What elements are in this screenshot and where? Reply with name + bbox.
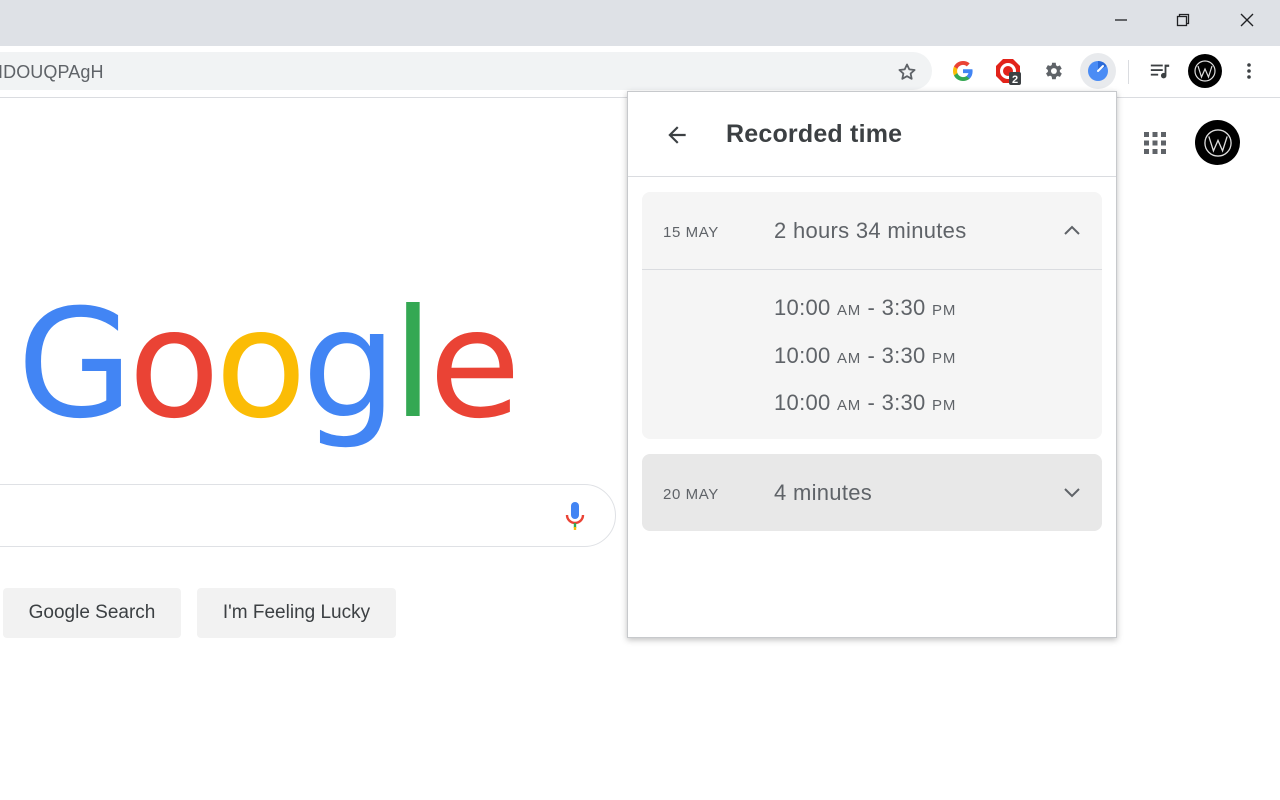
logo-letter: G <box>17 278 133 452</box>
range-start-period: AM <box>836 397 862 414</box>
popup-header: Recorded time <box>628 92 1116 177</box>
settings-extension-button[interactable] <box>1038 56 1068 86</box>
google-extension-button[interactable] <box>948 56 978 86</box>
minimize-button[interactable] <box>1090 0 1152 40</box>
range-start: 10:00 <box>774 343 831 368</box>
apps-grid-icon[interactable] <box>1143 131 1167 155</box>
title-bar <box>0 0 1280 46</box>
range-dash: - <box>867 390 876 415</box>
popup-title: Recorded time <box>726 120 903 148</box>
range-dash: - <box>867 295 876 320</box>
timer-extension-button[interactable] <box>1080 53 1116 89</box>
toolbar-separator <box>1128 60 1129 84</box>
media-control-button[interactable] <box>1145 56 1175 86</box>
range-end-period: PM <box>932 302 957 319</box>
range-end: 3:30 <box>881 295 926 320</box>
range-start-period: AM <box>836 350 862 367</box>
address-bar[interactable]: IDOUQPAgH <box>0 52 932 90</box>
microphone-icon[interactable] <box>563 500 587 532</box>
address-text[interactable]: IDOUQPAgH <box>0 62 104 83</box>
media-playlist-icon <box>1150 64 1170 79</box>
time-range: 10:00 AM - 3:30 PM <box>774 343 956 369</box>
range-end: 3:30 <box>881 390 926 415</box>
minimize-icon <box>1115 19 1127 21</box>
adblock-extension-button[interactable]: 2 <box>993 56 1023 86</box>
feeling-lucky-button[interactable]: I'm Feeling Lucky <box>197 588 396 638</box>
kebab-menu-icon <box>1247 63 1251 79</box>
adblock-icon: 2 <box>996 59 1021 85</box>
range-end-period: PM <box>932 350 957 367</box>
day-total: 4 minutes <box>774 480 873 505</box>
extension-badge: 2 <box>1012 74 1018 85</box>
chevron-down-icon[interactable] <box>1060 480 1084 504</box>
arrow-back-icon[interactable] <box>664 122 690 148</box>
account-avatar[interactable] <box>1195 120 1240 165</box>
google-icon <box>953 61 973 81</box>
range-end: 3:30 <box>881 343 926 368</box>
browser-menu-button[interactable] <box>1234 56 1264 86</box>
clock-icon <box>1088 60 1108 81</box>
range-end-period: PM <box>932 397 957 414</box>
day-card-15-may: 15 MAY 2 hours 34 minutes 10:00 AM - 3:3… <box>642 192 1102 439</box>
star-icon[interactable] <box>895 60 919 84</box>
close-window-button[interactable] <box>1216 0 1278 40</box>
range-dash: - <box>867 343 876 368</box>
logo-letter: e <box>428 278 521 452</box>
recorded-time-popup: Recorded time 15 MAY 2 hours 34 minutes … <box>627 91 1117 638</box>
day-header[interactable]: 15 MAY 2 hours 34 minutes <box>642 192 1102 270</box>
time-range: 10:00 AM - 3:30 PM <box>774 390 956 416</box>
range-start-period: AM <box>836 302 862 319</box>
profile-avatar-button[interactable] <box>1188 54 1222 88</box>
avatar-icon <box>1194 60 1216 82</box>
logo-letter: l <box>392 278 434 452</box>
google-search-button[interactable]: Google Search <box>3 588 181 638</box>
search-input[interactable] <box>0 484 616 547</box>
day-date: 20 MAY <box>663 486 719 503</box>
day-total: 2 hours 34 minutes <box>774 218 967 243</box>
chevron-up-icon[interactable] <box>1060 219 1084 243</box>
logo-letter: o <box>128 278 220 452</box>
restore-icon <box>1176 13 1190 27</box>
day-date: 15 MAY <box>663 224 719 241</box>
day-card-20-may[interactable]: 20 MAY 4 minutes <box>642 454 1102 531</box>
time-range: 10:00 AM - 3:30 PM <box>774 295 956 321</box>
google-logo: Google <box>17 278 521 452</box>
restore-button[interactable] <box>1152 0 1214 40</box>
logo-letter: g <box>301 278 397 452</box>
gear-icon <box>1046 62 1062 80</box>
logo-letter: o <box>215 278 307 452</box>
avatar-icon <box>1203 128 1232 157</box>
range-start: 10:00 <box>774 390 831 415</box>
range-start: 10:00 <box>774 295 831 320</box>
close-icon <box>1240 13 1254 27</box>
